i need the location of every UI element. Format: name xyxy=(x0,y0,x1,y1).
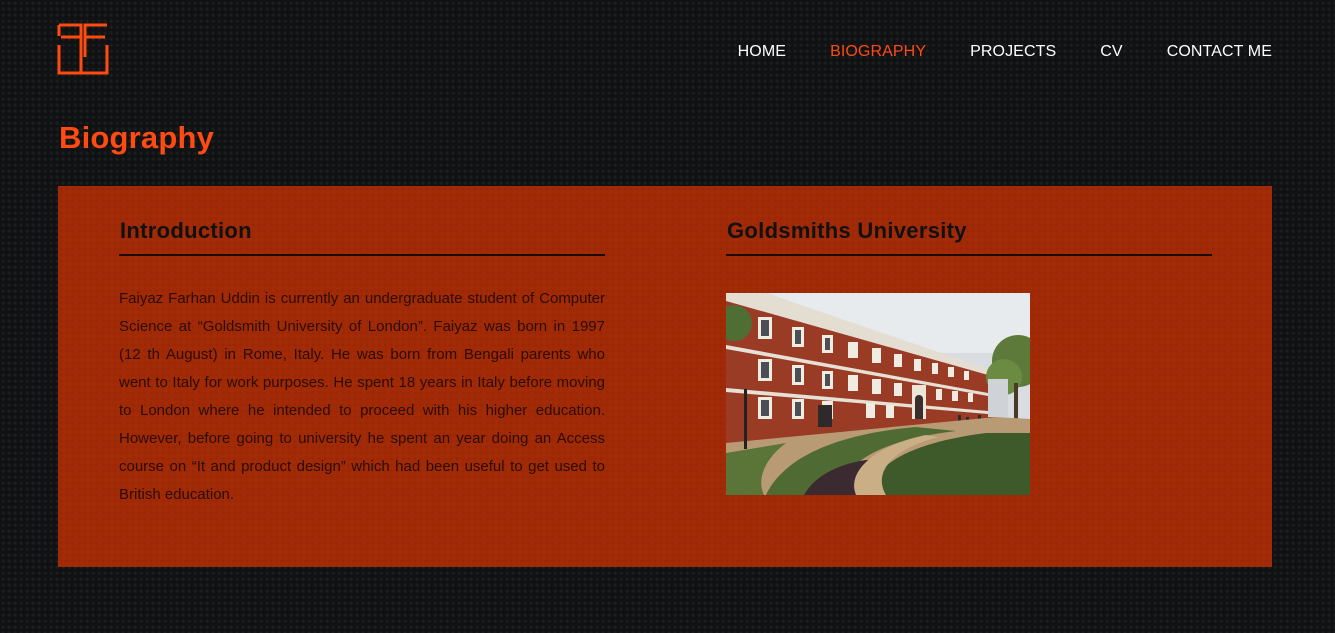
nav-cv[interactable]: CV xyxy=(1100,42,1122,62)
biography-panel: Introduction Faiyaz Farhan Uddin is curr… xyxy=(58,186,1272,567)
main-nav: HOME BIOGRAPHY PROJECTS CV CONTACT ME xyxy=(738,42,1272,62)
ff-logo-icon[interactable] xyxy=(57,23,109,75)
nav-contact-me[interactable]: CONTACT ME xyxy=(1167,42,1272,62)
introduction-section: Introduction Faiyaz Farhan Uddin is curr… xyxy=(119,218,605,509)
university-heading: Goldsmiths University xyxy=(726,218,1212,256)
page-title: Biography xyxy=(59,120,215,155)
campus-building-photo xyxy=(726,293,1030,495)
nav-projects[interactable]: PROJECTS xyxy=(970,42,1056,62)
nav-biography[interactable]: BIOGRAPHY xyxy=(830,42,926,62)
nav-home[interactable]: HOME xyxy=(738,42,786,62)
university-section: Goldsmiths University xyxy=(726,218,1212,495)
introduction-heading: Introduction xyxy=(119,218,605,256)
introduction-text: Faiyaz Farhan Uddin is currently an unde… xyxy=(119,290,605,503)
